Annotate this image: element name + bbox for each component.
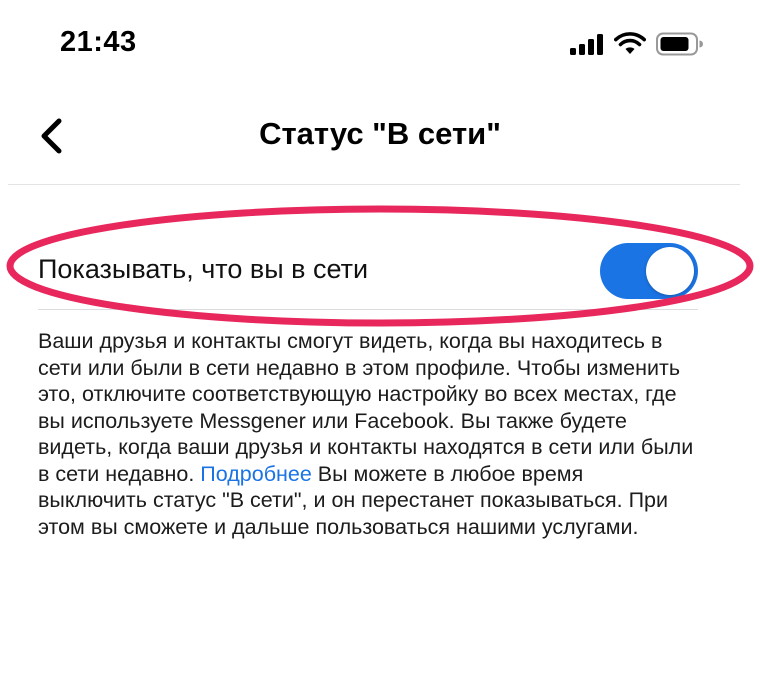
learn-more-link[interactable]: Подробнее bbox=[200, 462, 312, 486]
battery-icon bbox=[656, 32, 703, 56]
toggle-knob bbox=[646, 247, 694, 295]
page-title: Статус "В сети" bbox=[259, 116, 501, 151]
cellular-signal-icon bbox=[570, 34, 603, 55]
row-divider bbox=[38, 309, 698, 310]
status-bar: 21:43 bbox=[0, 0, 760, 90]
header-divider bbox=[8, 184, 740, 185]
navigation-bar: Статус "В сети" bbox=[0, 100, 760, 180]
show-online-status-label: Показывать, что вы в сети bbox=[38, 254, 369, 284]
wifi-icon bbox=[614, 32, 646, 54]
status-time: 21:43 bbox=[60, 26, 137, 58]
description-text: Ваши друзья и контакты смогут видеть, ко… bbox=[38, 328, 698, 540]
show-online-status-row[interactable]: Показывать, что вы в сети bbox=[0, 230, 760, 312]
show-online-status-toggle[interactable] bbox=[600, 243, 698, 299]
status-icons bbox=[570, 30, 704, 58]
